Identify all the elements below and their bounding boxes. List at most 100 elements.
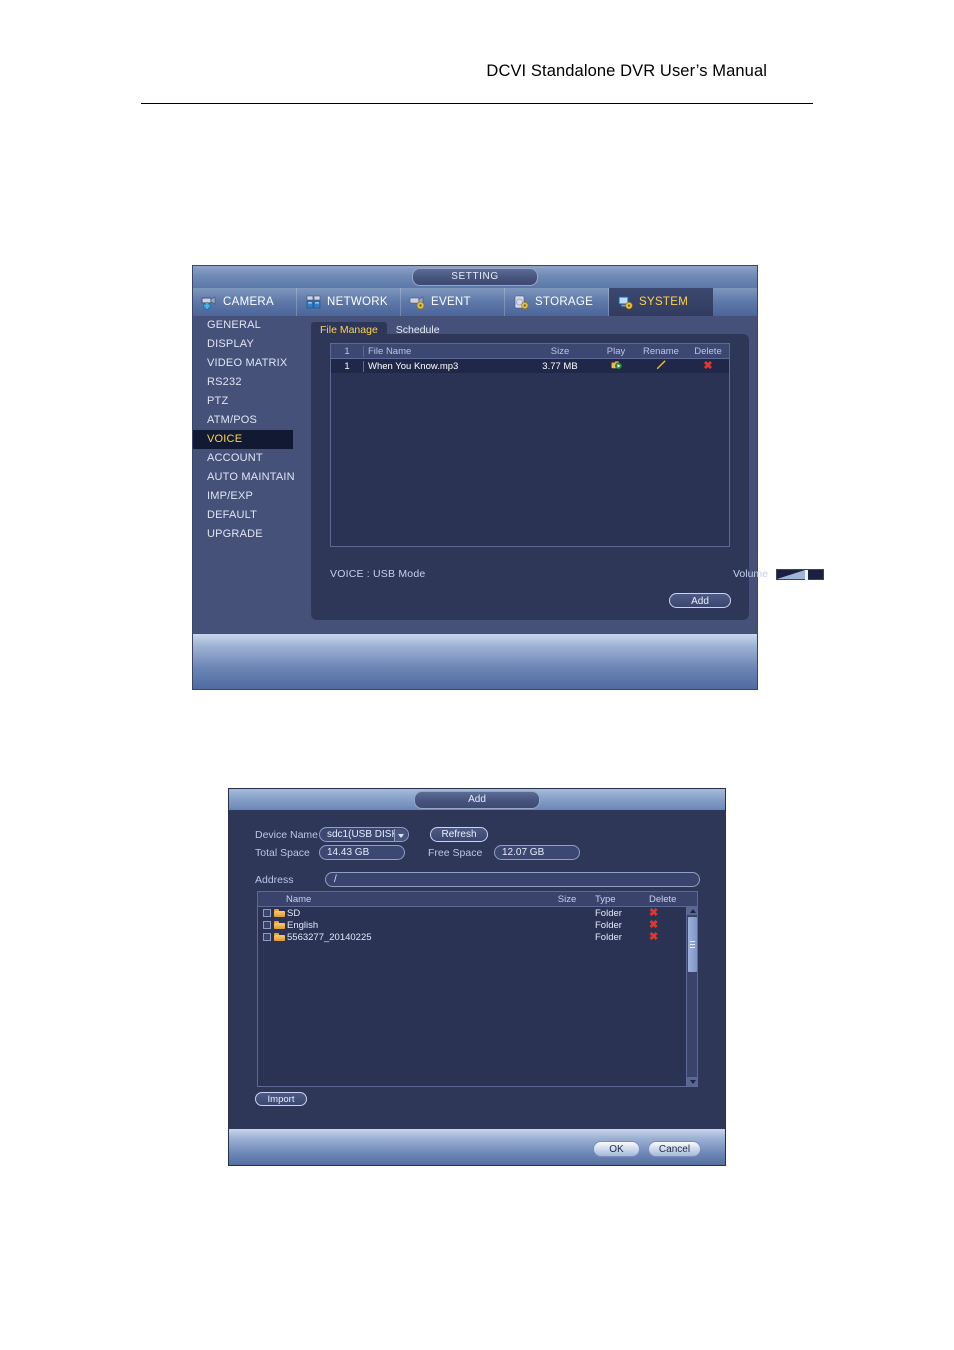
- list-item[interactable]: English Folder ✖: [258, 919, 697, 931]
- dir-name-cell[interactable]: 5563277_20140225: [258, 932, 539, 943]
- delete-x-icon[interactable]: ✖: [649, 931, 658, 943]
- sidebar-item-display[interactable]: DISPLAY: [193, 335, 305, 354]
- tab-file-manage[interactable]: File Manage: [311, 322, 387, 339]
- dir-type: Folder: [595, 919, 622, 931]
- nav-tab-storage-label: STORAGE: [535, 296, 594, 308]
- sidebar-item-atm-pos[interactable]: ATM/POS: [193, 411, 305, 430]
- dir-col-delete-header: Delete: [649, 893, 677, 905]
- dir-name-cell[interactable]: SD: [258, 908, 539, 919]
- free-space-value: 12.07 GB: [494, 845, 580, 860]
- dir-col-type-header: Type: [595, 893, 616, 905]
- cancel-button[interactable]: Cancel: [648, 1141, 701, 1157]
- sidebar-item-rs232[interactable]: RS232: [193, 373, 305, 392]
- col-size-header: Size: [550, 345, 570, 357]
- folder-icon: [274, 909, 285, 917]
- nav-tab-event-label: EVENT: [431, 296, 471, 308]
- row-file-size: 3.77 MB: [542, 360, 578, 372]
- pencil-icon[interactable]: [656, 360, 667, 370]
- folder-icon: [274, 933, 285, 941]
- list-item[interactable]: 5563277_20140225 Folder ✖: [258, 931, 697, 943]
- total-space-label: Total Space: [255, 847, 310, 859]
- sidebar-item-video-matrix[interactable]: VIDEO MATRIX: [193, 354, 305, 373]
- col-delete-header: Delete: [694, 345, 722, 357]
- dir-type: Folder: [595, 907, 622, 919]
- nav-tab-system-label: SYSTEM: [639, 296, 689, 308]
- dir-table-header: Name Size Type Delete: [258, 892, 697, 907]
- sidebar-item-upgrade[interactable]: UPGRADE: [193, 525, 305, 544]
- vertical-scrollbar[interactable]: [686, 906, 698, 1086]
- col-name-header: File Name: [368, 345, 412, 357]
- scrollbar-thumb[interactable]: [688, 917, 697, 972]
- scroll-up-icon[interactable]: [687, 906, 698, 915]
- setting-bottom-bar: [193, 634, 757, 689]
- sidebar-item-account[interactable]: ACCOUNT: [193, 449, 305, 468]
- free-space-label: Free Space: [428, 847, 483, 859]
- sidebar-item-imp-exp[interactable]: IMP/EXP: [193, 487, 305, 506]
- network-icon: [305, 295, 322, 310]
- row-delete-cell[interactable]: ✖: [687, 360, 729, 372]
- folder-icon: [274, 921, 285, 929]
- nav-tab-camera[interactable]: CAMERA: [193, 288, 297, 316]
- camera-icon: [201, 295, 218, 310]
- import-button[interactable]: Import: [255, 1092, 307, 1106]
- add-dialog-titlebar: Add: [229, 789, 725, 810]
- device-name-select[interactable]: sdc1(USB DISK): [319, 827, 409, 842]
- delete-x-icon[interactable]: ✖: [649, 919, 658, 931]
- main-nav-tabs: CAMERA NETWORK EVENT STORAGE SYSTEM: [193, 288, 757, 316]
- row-play-cell[interactable]: [597, 360, 635, 372]
- list-item[interactable]: SD Folder ✖: [258, 907, 697, 919]
- nav-tab-storage[interactable]: STORAGE: [505, 288, 609, 316]
- nav-tab-event[interactable]: EVENT: [401, 288, 505, 316]
- row-file-name: When You Know.mp3: [368, 360, 459, 372]
- col-rename-header: Rename: [643, 345, 679, 357]
- row-checkbox[interactable]: [263, 921, 271, 929]
- col-play-header: Play: [606, 345, 626, 357]
- row-checkbox[interactable]: [263, 933, 271, 941]
- row-index: 1: [331, 360, 364, 372]
- address-label: Address: [255, 874, 294, 886]
- dir-col-name-header: Name: [286, 893, 312, 905]
- sidebar-item-auto-maintain[interactable]: AUTO MAINTAIN: [193, 468, 305, 487]
- event-icon: [409, 295, 426, 310]
- play-icon[interactable]: [611, 360, 622, 370]
- nav-tab-camera-label: CAMERA: [223, 296, 275, 308]
- table-header-row: 1 File Name Size Play Rename Delete: [331, 344, 729, 359]
- sidebar-item-general[interactable]: GENERAL: [193, 316, 305, 335]
- sidebar-item-voice[interactable]: VOICE: [193, 430, 293, 449]
- page-title: DCVI Standalone DVR User’s Manual: [486, 62, 767, 80]
- refresh-button[interactable]: Refresh: [430, 827, 488, 842]
- sidebar-item-ptz[interactable]: PTZ: [193, 392, 305, 411]
- nav-tab-system[interactable]: SYSTEM: [609, 288, 713, 316]
- sidebar-item-default[interactable]: DEFAULT: [193, 506, 305, 525]
- add-dialog-title: Add: [414, 791, 540, 809]
- dir-col-size-header: Size: [557, 893, 577, 905]
- dir-name: 5563277_20140225: [287, 931, 372, 943]
- total-space-value: 14.43 GB: [319, 845, 405, 860]
- delete-x-icon[interactable]: ✖: [649, 907, 658, 919]
- nav-tab-network-label: NETWORK: [327, 296, 388, 308]
- ok-button[interactable]: OK: [593, 1141, 640, 1157]
- row-rename-cell[interactable]: [635, 360, 687, 372]
- chevron-down-icon[interactable]: [394, 829, 407, 841]
- table-row[interactable]: 1 When You Know.mp3 3.77 MB ✖: [331, 359, 729, 373]
- system-icon: [617, 295, 634, 310]
- setting-window-title: SETTING: [412, 268, 538, 286]
- add-button[interactable]: Add: [669, 593, 731, 608]
- directory-list: Name Size Type Delete SD Folder ✖ Englis…: [257, 891, 698, 1087]
- dir-name-cell[interactable]: English: [258, 920, 539, 931]
- address-input[interactable]: /: [325, 872, 700, 887]
- volume-fill: [777, 570, 805, 579]
- tab-schedule[interactable]: Schedule: [387, 322, 449, 339]
- volume-knob[interactable]: [805, 570, 808, 581]
- nav-tab-network[interactable]: NETWORK: [297, 288, 401, 316]
- row-checkbox[interactable]: [263, 909, 271, 917]
- storage-icon: [513, 295, 530, 310]
- col-index-header: 1: [331, 345, 364, 357]
- setting-window: SETTING CAMERA NETWORK EVENT STORAGE SYS…: [193, 266, 824, 689]
- delete-x-icon[interactable]: ✖: [703, 360, 712, 372]
- volume-slider[interactable]: [776, 569, 824, 581]
- setting-titlebar: SETTING: [193, 266, 757, 288]
- header-divider: [141, 103, 813, 104]
- scroll-down-icon[interactable]: [687, 1077, 698, 1086]
